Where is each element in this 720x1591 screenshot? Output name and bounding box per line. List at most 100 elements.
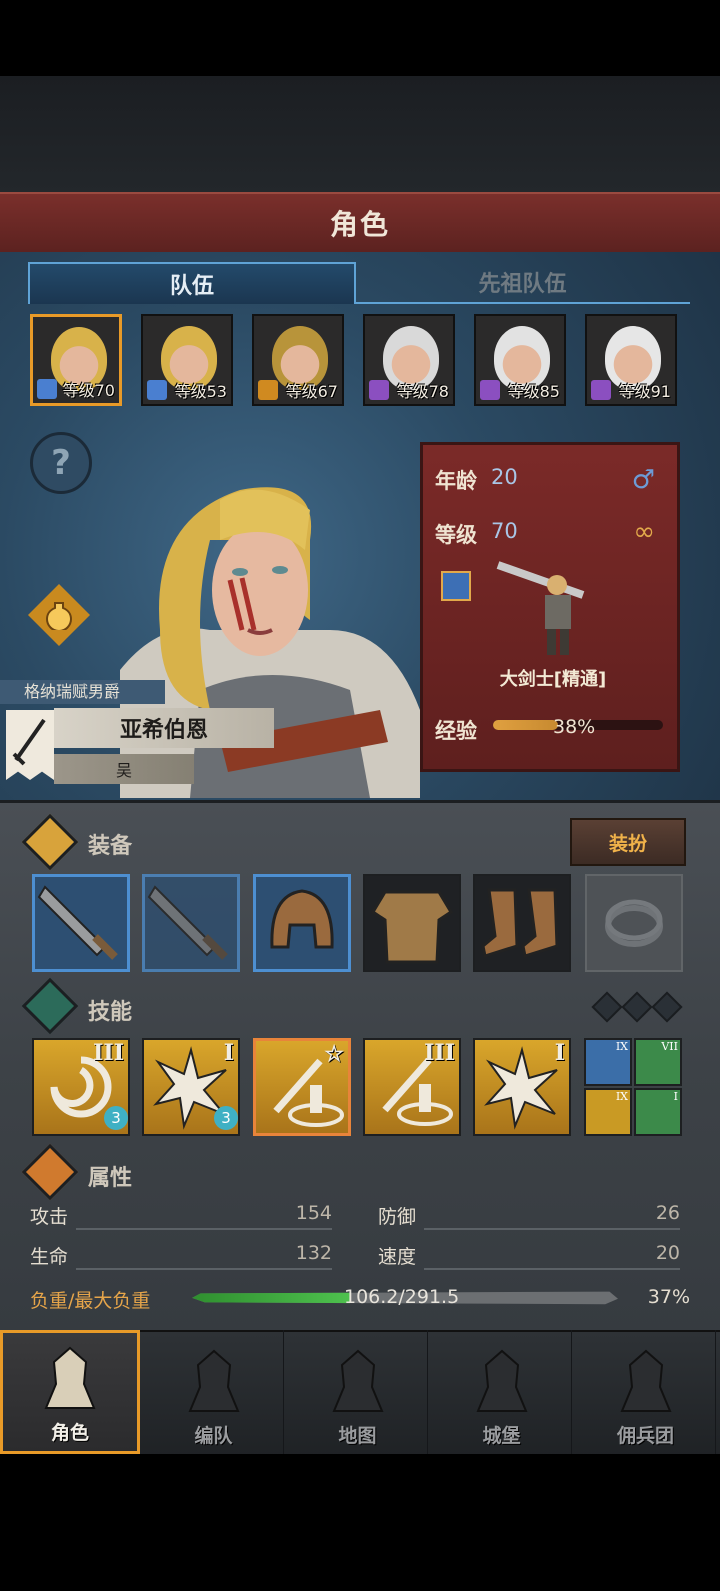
skill-gem-badge: 3	[214, 1106, 238, 1130]
attributes-title: 属性	[88, 1166, 133, 1191]
class-figure	[493, 555, 613, 665]
stat-divider	[76, 1268, 332, 1270]
load-label: 负重/最大负重	[30, 1290, 151, 1312]
skill-rank: I	[223, 1040, 234, 1066]
passive-skill-4[interactable]: I	[634, 1088, 682, 1136]
class-name: 大剑士[精通]	[499, 669, 607, 690]
castle-icon	[476, 1349, 527, 1412]
party-member-2[interactable]: 等级53	[141, 314, 233, 406]
question-icon: ?	[51, 443, 71, 483]
skill-slot-2[interactable]: I3	[142, 1038, 240, 1136]
exp-percent: 38%	[553, 716, 596, 738]
skill-slot-4[interactable]: III	[363, 1038, 461, 1136]
page-title: 角色	[329, 208, 390, 241]
party-member-3[interactable]: 等级67	[252, 314, 344, 406]
equip-slot-armor[interactable]	[363, 874, 461, 972]
level-label: 等级	[435, 523, 477, 547]
nav-label: 城堡	[482, 1425, 521, 1447]
dress-up-button[interactable]: 装扮	[570, 818, 686, 866]
info-card: 年龄 20 ♂ 等级 70 ∞ 大剑士[精通] 经验 38%	[420, 442, 680, 772]
attack-label: 攻击	[30, 1206, 69, 1228]
equipment-title: 装备	[88, 834, 133, 859]
load-value: 106.2/291.5	[344, 1286, 460, 1308]
mercenary-icon	[620, 1349, 671, 1412]
equip-slot-boots[interactable]	[473, 874, 571, 972]
page-header: 角色	[0, 192, 720, 254]
speed-value: 20	[655, 1242, 680, 1264]
nav-label: 角色	[50, 1422, 89, 1444]
tab-ancestor-team[interactable]: 先祖队伍	[355, 262, 690, 304]
hero-level: 等级91	[618, 382, 671, 401]
defense-label: 防御	[378, 1206, 417, 1228]
character-name[interactable]: 亚希伯恩	[54, 708, 274, 748]
stat-divider	[424, 1268, 680, 1270]
male-icon: ♂	[631, 465, 655, 495]
top-backdrop	[0, 76, 720, 192]
skill-rank: ☆	[324, 1041, 344, 1067]
character-subname: 吴	[54, 754, 194, 784]
exp-label: 经验	[435, 719, 477, 743]
speed-label: 速度	[378, 1246, 417, 1268]
help-button[interactable]: ?	[30, 432, 92, 494]
skill-slot-3[interactable]: ☆	[253, 1038, 351, 1136]
skill-rank: III	[424, 1040, 455, 1066]
equip-slot-offhand[interactable]	[142, 874, 240, 972]
load-percent: 37%	[647, 1286, 690, 1308]
party-member-4[interactable]: 等级78	[363, 314, 455, 406]
nav-formation[interactable]: 编队	[144, 1330, 284, 1454]
equip-slot-weapon[interactable]	[32, 874, 130, 972]
hero-level: 等级70	[62, 381, 115, 400]
hp-label: 生命	[30, 1246, 69, 1268]
nav-mercenary[interactable]: 佣兵团	[576, 1330, 716, 1454]
boots-icon	[481, 888, 559, 958]
age-value: 20	[491, 465, 518, 489]
helmet-icon	[270, 889, 334, 949]
hero-level: 等级67	[285, 382, 338, 401]
nav-knight[interactable]: 角色	[0, 1330, 140, 1454]
weapon-banner-icon	[6, 710, 54, 780]
skill-rank: III	[93, 1040, 124, 1066]
skill-gem-badge: 3	[104, 1106, 128, 1130]
skills-title: 技能	[88, 1000, 133, 1025]
party-member-1[interactable]: 等级70	[30, 314, 122, 406]
character-portrait	[120, 480, 420, 798]
passive-skill-1[interactable]: IX	[584, 1038, 632, 1086]
nav-castle[interactable]: 城堡	[432, 1330, 572, 1454]
noble-title: 格纳瑞赋男爵	[0, 680, 165, 704]
status-bar-area	[0, 0, 720, 76]
hp-value: 132	[295, 1242, 332, 1264]
attack-value: 154	[295, 1202, 332, 1224]
formation-icon	[188, 1349, 239, 1412]
hero-level: 等级78	[396, 382, 449, 401]
skill-rank: I	[554, 1040, 565, 1066]
hero-level: 等级53	[174, 382, 227, 401]
ring-icon: ∞	[633, 517, 655, 547]
stat-divider	[76, 1228, 332, 1230]
passive-skill-3[interactable]: IX	[584, 1088, 632, 1136]
class-icon	[441, 571, 471, 601]
bottom-system-area	[0, 1454, 720, 1591]
stat-divider	[424, 1228, 680, 1230]
compass-map-icon	[332, 1349, 383, 1412]
greatsword-icon	[147, 885, 228, 960]
exp-bar-fill	[493, 720, 558, 730]
tab-team[interactable]: 队伍	[28, 262, 356, 304]
age-label: 年龄	[435, 469, 477, 493]
nav-label: 地图	[338, 1425, 377, 1447]
skill-slot-1[interactable]: III 3	[32, 1038, 130, 1136]
skill-slot-5[interactable]: I	[473, 1038, 571, 1136]
nav-label: 佣兵团	[616, 1425, 674, 1447]
equip-slot-ring[interactable]	[585, 874, 683, 972]
armor-icon	[370, 890, 454, 964]
nav-label: 编队	[194, 1425, 233, 1447]
party-member-6[interactable]: 等级91	[585, 314, 677, 406]
greatsword-icon	[37, 885, 118, 960]
defense-value: 26	[655, 1202, 680, 1224]
passive-skill-2[interactable]: VII	[634, 1038, 682, 1086]
party-member-5[interactable]: 等级85	[474, 314, 566, 406]
nav-compass-map[interactable]: 地图	[288, 1330, 428, 1454]
knight-icon	[44, 1346, 96, 1409]
hero-level: 等级85	[507, 382, 560, 401]
equip-slot-helmet[interactable]	[253, 874, 351, 972]
level-value: 70	[491, 519, 518, 543]
